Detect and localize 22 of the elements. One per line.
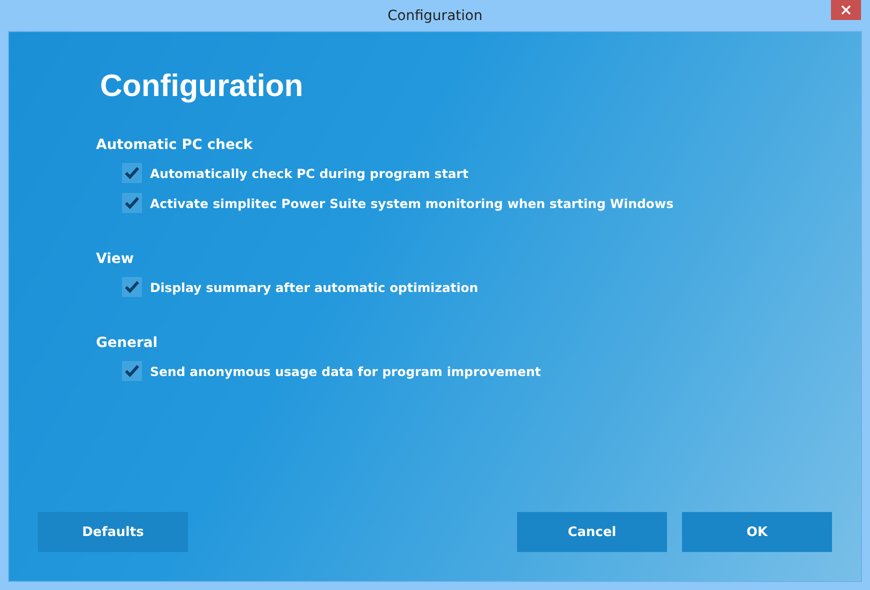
checkbox-label: Automatically check PC during program start bbox=[150, 166, 468, 180]
close-button[interactable] bbox=[831, 0, 861, 20]
checkmark-icon bbox=[124, 280, 140, 294]
checkbox-label: Activate simplitec Power Suite system monitoring when starting Windows bbox=[150, 196, 674, 210]
checkmark-icon bbox=[124, 364, 140, 378]
checkmark-icon bbox=[124, 196, 140, 210]
close-icon bbox=[841, 5, 851, 15]
section-heading: View bbox=[96, 250, 134, 269]
checkbox-label: Display summary after automatic optimization bbox=[150, 280, 478, 294]
dialog-button[interactable]: OK bbox=[682, 512, 832, 552]
checkbox-label: Send anonymous usage data for program improvement bbox=[150, 364, 541, 378]
checkbox[interactable] bbox=[122, 361, 142, 381]
page-heading: Configuration bbox=[100, 67, 304, 105]
section-heading: General bbox=[96, 334, 158, 353]
window-title: Configuration bbox=[388, 8, 482, 24]
dialog-button[interactable]: Defaults bbox=[38, 512, 188, 552]
checkbox[interactable] bbox=[122, 193, 142, 213]
checkbox[interactable] bbox=[122, 277, 142, 297]
section-heading: Automatic PC check bbox=[96, 136, 253, 155]
dialog-button[interactable]: Cancel bbox=[517, 512, 667, 552]
checkbox[interactable] bbox=[122, 163, 142, 183]
checkmark-icon bbox=[124, 166, 140, 180]
